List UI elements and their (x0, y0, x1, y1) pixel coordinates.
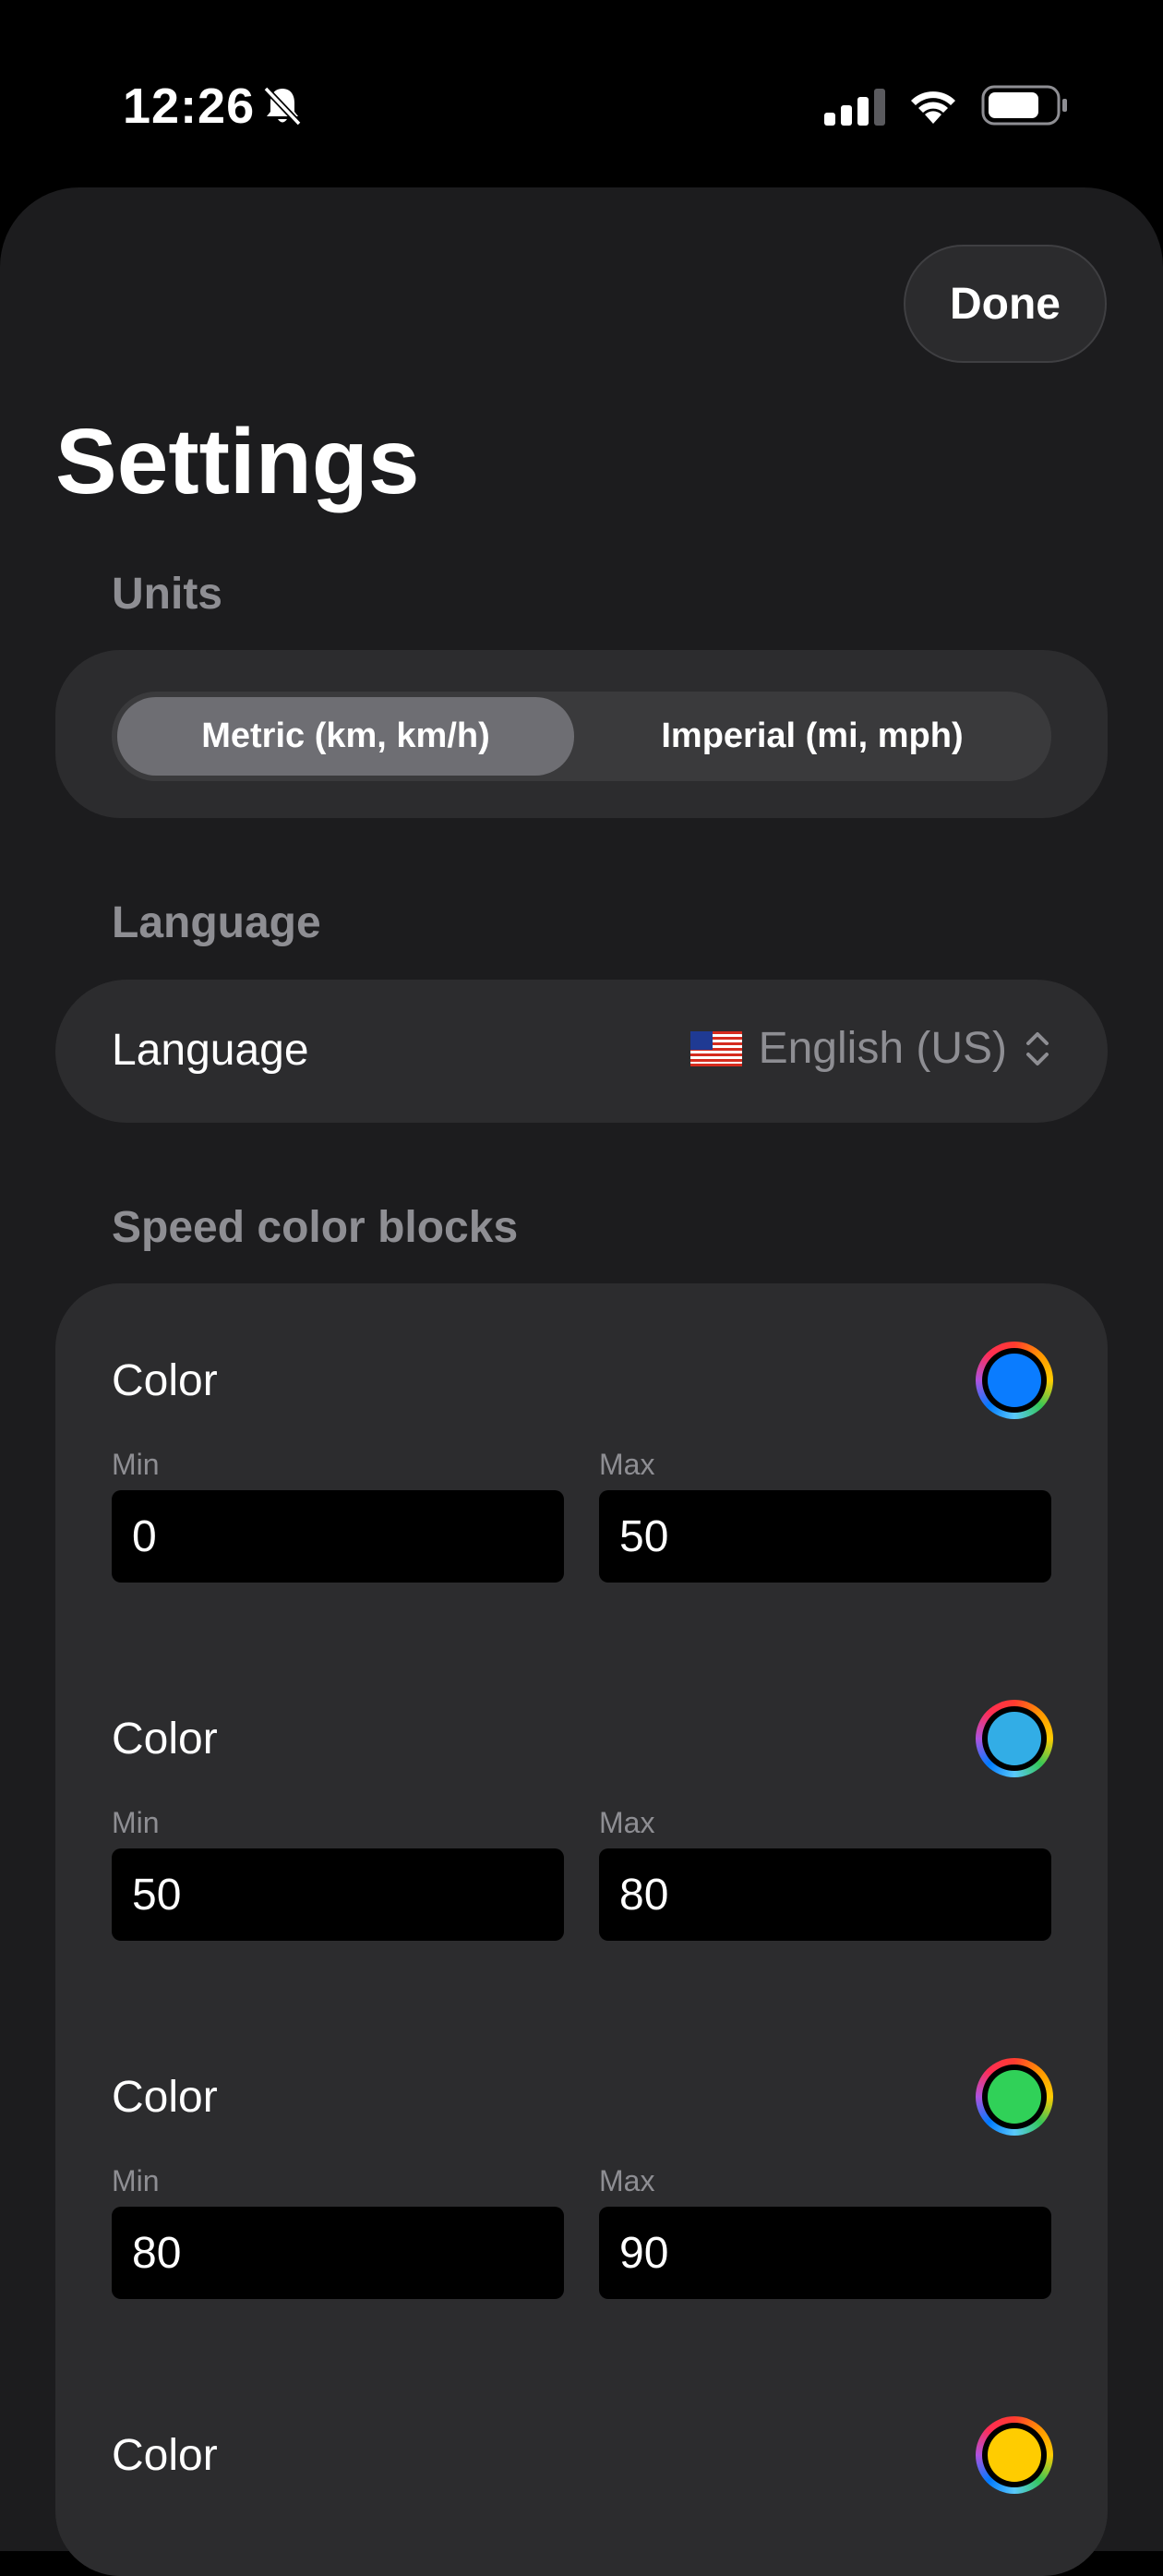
units-segmented-control: Metric (km, km/h) Imperial (mi, mph) (112, 692, 1051, 781)
block-3-color-picker[interactable] (976, 2058, 1053, 2136)
units-option-metric[interactable]: Metric (km, km/h) (117, 697, 574, 776)
language-picker[interactable]: English (US) (689, 1023, 1051, 1074)
block-2-max-input[interactable]: 80 (599, 1848, 1051, 1941)
block-3-color-label: Color (112, 2073, 218, 2122)
block-1-min-input[interactable]: 0 (112, 1490, 564, 1583)
block-1-color-swatch (988, 1354, 1041, 1407)
block-4-color-picker[interactable] (976, 2416, 1053, 2494)
block-2-color-label: Color (112, 1715, 218, 1763)
done-button[interactable]: Done (904, 245, 1107, 363)
block-2-min-label: Min (112, 1806, 160, 1839)
page-title: Settings (55, 410, 420, 513)
block-2-min-input[interactable]: 50 (112, 1848, 564, 1941)
block-3-color-swatch (988, 2070, 1041, 2124)
units-section-header: Units (112, 570, 222, 619)
block-3-min-label: Min (112, 2164, 160, 2197)
block-3-min-input[interactable]: 80 (112, 2207, 564, 2299)
block-3-max-input[interactable]: 90 (599, 2207, 1051, 2299)
chevron-up-down-icon (1026, 1031, 1049, 1065)
status-bar: 12:26 (0, 0, 1163, 185)
block-3-max-label: Max (599, 2164, 655, 2197)
block-4-color-swatch (988, 2428, 1041, 2482)
block-4-color-label: Color (112, 2431, 218, 2480)
cellular-signal-icon (824, 89, 885, 126)
bell-slash-icon (263, 86, 302, 126)
us-flag-icon (689, 1030, 742, 1066)
wifi-icon (911, 91, 955, 124)
language-row-label: Language (112, 1026, 309, 1075)
language-value: English (US) (758, 1024, 1007, 1073)
block-1-max-input[interactable]: 50 (599, 1490, 1051, 1583)
block-1-max-label: Max (599, 1448, 655, 1481)
block-1-color-picker[interactable] (976, 1342, 1053, 1419)
speed-blocks-section-header: Speed color blocks (112, 1203, 519, 1252)
language-section-header: Language (112, 898, 321, 947)
units-option-imperial[interactable]: Imperial (mi, mph) (578, 697, 1047, 776)
block-2-max-label: Max (599, 1806, 655, 1839)
block-1-color-label: Color (112, 1356, 218, 1405)
block-2-color-picker[interactable] (976, 1700, 1053, 1777)
block-2-color-swatch (988, 1712, 1041, 1765)
battery-icon (981, 85, 1067, 126)
block-1-min-label: Min (112, 1448, 160, 1481)
status-time: 12:26 (123, 78, 256, 134)
